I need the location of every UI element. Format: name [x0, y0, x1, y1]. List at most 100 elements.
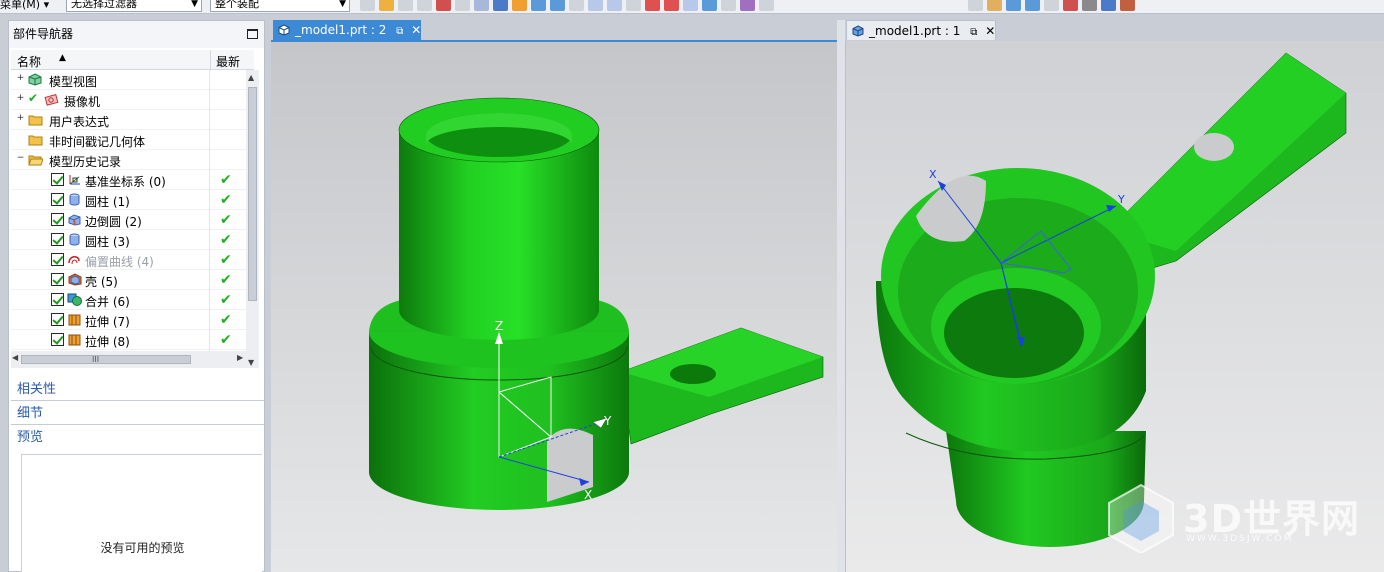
tree-row-extrude-7[interactable]: 拉伸 (7) ✔ [11, 310, 246, 330]
column-name[interactable]: 名称 [17, 53, 41, 70]
visibility-checkbox[interactable] [51, 273, 64, 286]
tree-row-datum-csys[interactable]: 基准坐标系 (0) ✔ [11, 170, 246, 190]
circle-point-icon[interactable] [664, 0, 679, 11]
visibility-checkbox[interactable] [51, 293, 64, 306]
selection-filter-dropdown[interactable]: 无选择过滤器 ▼ [66, 0, 202, 12]
curve-icon[interactable] [550, 0, 565, 11]
shell-icon [68, 273, 82, 286]
tab-model1-view1[interactable]: _model1.prt : 1 ⧉ ✕ [846, 20, 996, 40]
viewport-separator[interactable] [837, 20, 845, 572]
preview-panel-header[interactable]: 预览 [11, 427, 264, 449]
collapse-minus-icon[interactable]: − [16, 154, 25, 163]
pin-icon[interactable]: ⧉ [396, 26, 403, 37]
tree-row-non-timestamp-geometry[interactable]: 非时间戳记几何体 [11, 130, 246, 150]
close-icon[interactable]: ✕ [985, 24, 995, 38]
sort-ascending-icon[interactable]: ▲ [59, 53, 66, 63]
column-latest[interactable]: 最新 [216, 53, 240, 70]
box-select-icon[interactable] [455, 0, 470, 11]
shaded-icon[interactable] [1101, 0, 1116, 11]
arc-icon[interactable] [569, 0, 584, 11]
model-view-icon [28, 73, 42, 86]
intersect-icon[interactable] [626, 0, 641, 11]
layer-icon[interactable] [1063, 0, 1078, 11]
spline-icon[interactable] [588, 0, 603, 11]
line-icon[interactable] [531, 0, 546, 11]
render-style-icon[interactable] [1082, 0, 1097, 11]
chevron-down-icon: ▼ [191, 0, 198, 9]
tool-icon[interactable] [721, 0, 736, 11]
tree-row-label: 偏置曲线 (4) [85, 255, 154, 269]
tree-vertical-scrollbar[interactable]: ▲ ▼ [246, 70, 259, 368]
feature-icon[interactable] [512, 0, 527, 11]
visibility-checkbox[interactable] [51, 333, 64, 346]
view-icon[interactable] [1044, 0, 1059, 11]
point-icon[interactable] [398, 0, 413, 11]
wave-icon[interactable] [607, 0, 622, 11]
zoom-icon[interactable] [987, 0, 1002, 11]
column-divider[interactable] [210, 50, 211, 70]
tree-row-unite[interactable]: 合并 (6) ✔ [11, 290, 246, 310]
tree-row-user-expressions[interactable]: + 用户表达式 [11, 110, 246, 130]
maximize-icon[interactable] [247, 29, 258, 39]
expand-plus-icon[interactable]: + [16, 94, 25, 103]
circle-icon[interactable] [645, 0, 660, 11]
tree-row-extrude-8[interactable]: 拉伸 (8) ✔ [11, 330, 246, 350]
tree-row-label: 非时间戳记几何体 [49, 135, 146, 149]
diagonal-icon[interactable] [702, 0, 717, 11]
model-render-front[interactable]: Z Y X [271, 42, 837, 572]
offset-curve-icon [68, 256, 80, 265]
rotate-icon[interactable] [1006, 0, 1021, 11]
up-to-date-check-icon: ✔ [220, 332, 232, 348]
tree-row-cylinder-3[interactable]: 圆柱 (3) ✔ [11, 230, 246, 250]
assembly-scope-dropdown[interactable]: 整个装配 ▼ [210, 0, 350, 12]
tree-row-cylinder-1[interactable]: 圆柱 (1) ✔ [11, 190, 246, 210]
plus-icon[interactable] [683, 0, 698, 11]
tree-horizontal-scrollbar[interactable]: ◀ III ▶ [11, 351, 246, 368]
scroll-right-icon[interactable]: ▶ [237, 353, 243, 362]
dependencies-panel-header[interactable]: 相关性 [11, 379, 264, 401]
scroll-down-icon[interactable]: ▼ [248, 358, 254, 367]
scroll-thumb[interactable] [248, 87, 257, 301]
visibility-checkbox[interactable] [51, 253, 64, 266]
details-panel-header[interactable]: 细节 [11, 403, 264, 425]
tree-row-model-views[interactable]: + 模型视图 [11, 70, 246, 90]
solid-icon[interactable] [474, 0, 489, 11]
expand-plus-icon[interactable]: + [16, 74, 25, 83]
scroll-up-icon[interactable]: ▲ [248, 73, 254, 82]
expand-plus-icon[interactable]: + [16, 114, 25, 123]
pin-icon[interactable]: ⧉ [970, 27, 977, 38]
tree-row-shell[interactable]: 壳 (5) ✔ [11, 270, 246, 290]
visibility-checkbox[interactable] [51, 193, 64, 206]
tree-row-model-history[interactable]: − 模型历史记录 [11, 150, 246, 170]
tree-column-header: 名称 ▲ 最新 [11, 50, 254, 70]
scroll-thumb[interactable]: III [21, 355, 191, 364]
tree-row-offset-curve[interactable]: 偏置曲线 (4) ✔ [11, 250, 246, 270]
tree-row-label: 模型历史记录 [49, 155, 122, 169]
visibility-checkbox[interactable] [51, 313, 64, 326]
graphics-viewport-1[interactable]: Z Y X [271, 42, 837, 572]
unite-icon [67, 293, 82, 306]
visibility-checkbox[interactable] [51, 233, 64, 246]
tree-row-camera[interactable]: + ✔ 摄像机 [11, 90, 246, 110]
tree-row-edge-blend[interactable]: 边倒圆 (2) ✔ [11, 210, 246, 230]
scroll-left-icon[interactable]: ◀ [12, 353, 18, 362]
visibility-checkbox[interactable] [51, 213, 64, 226]
cylinder-icon [69, 193, 80, 206]
menu-button[interactable]: 菜单(M) ▾ [0, 0, 49, 12]
snap-icon[interactable] [360, 0, 375, 11]
fit-icon[interactable] [968, 0, 983, 11]
render-icon[interactable] [740, 0, 755, 11]
tab-model1-view2[interactable]: _model1.prt : 2 ⧉ ✕ [273, 20, 421, 40]
arrow-icon[interactable] [417, 0, 432, 11]
body-icon[interactable] [493, 0, 508, 11]
visibility-checkbox[interactable] [51, 173, 64, 186]
close-icon[interactable]: ✕ [411, 23, 421, 37]
vertex-icon[interactable] [436, 0, 451, 11]
part-navigator: 部件导航器 名称 ▲ 最新 + 模型视图 + ✔ 摄像机 + 用户表达式 非时间… [8, 20, 265, 572]
material-icon[interactable] [1120, 0, 1135, 11]
pan-icon[interactable] [1025, 0, 1040, 11]
column-divider-line [209, 70, 210, 351]
select-icon[interactable] [379, 0, 394, 11]
watermark-url: WWW.3DSJW.COM [1186, 534, 1294, 544]
book-icon[interactable] [759, 0, 774, 11]
